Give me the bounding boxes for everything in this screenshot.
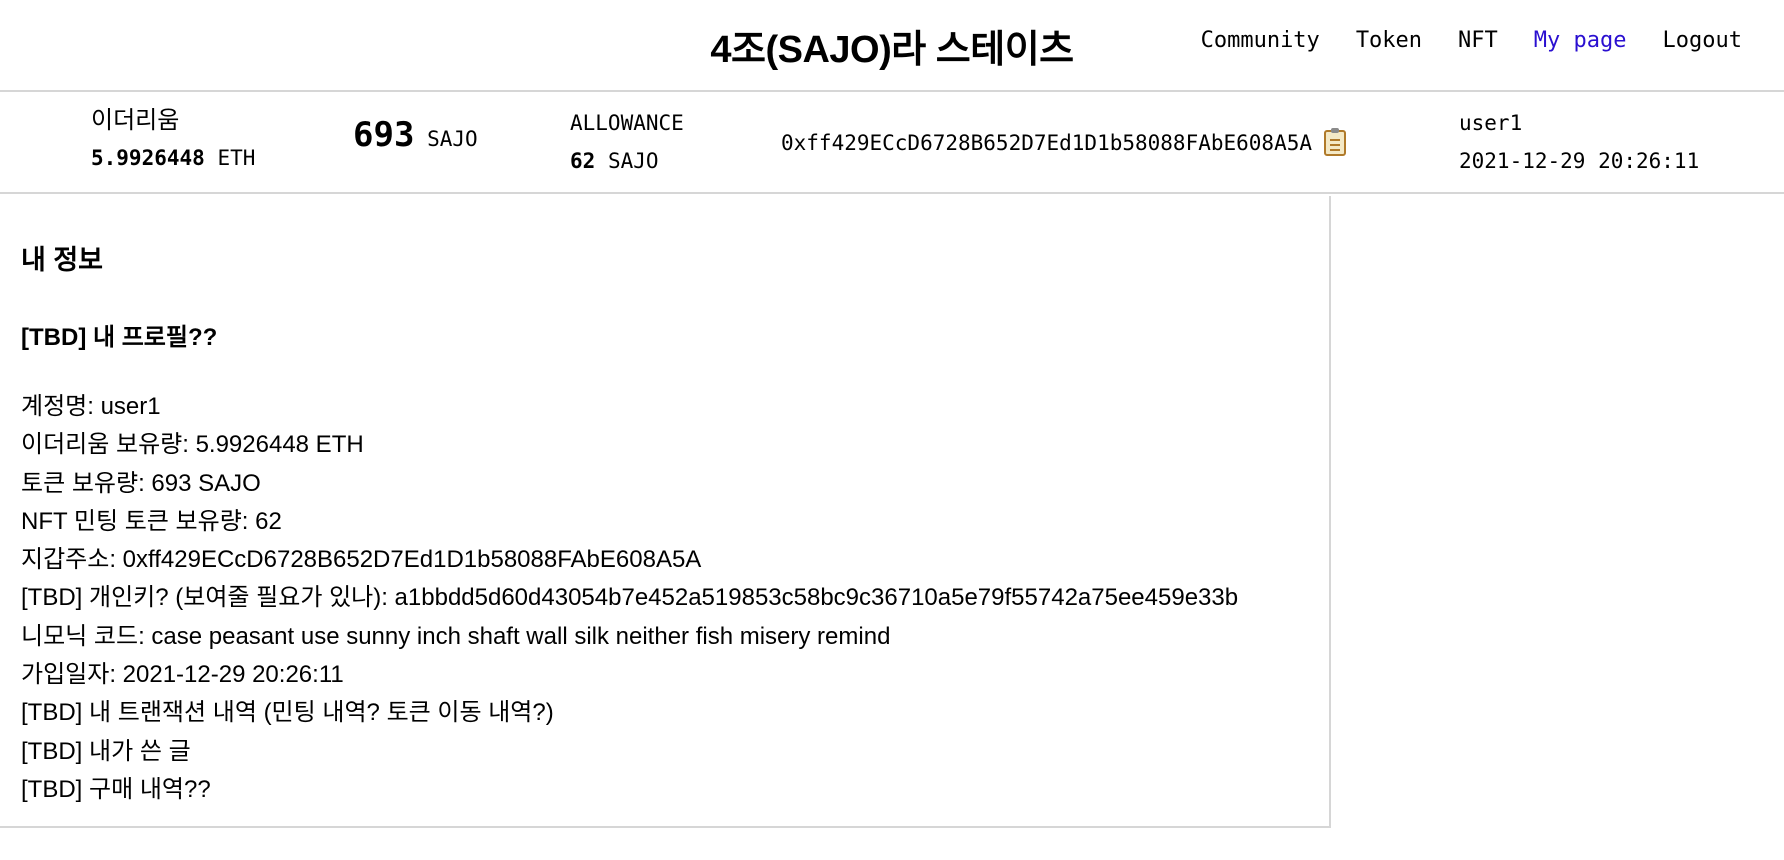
info-transactions: [TBD] 내 트랜잭션 내역 (민팅 내역? 토큰 이동 내역?) [21,699,554,727]
info-eth-balance: 이더리움 보유량: 5.9926448 ETH [21,431,364,459]
info-token-balance: 토큰 보유량: 693 SAJO [21,469,261,497]
join-timestamp: 2021-12-29 20:26:11 [1459,149,1700,173]
info-mnemonic: 니모닉 코드: case peasant use sunny inch shaf… [21,622,891,650]
allowance-value: 62 [570,149,596,173]
info-purchases: [TBD] 구매 내역?? [21,775,211,803]
nav-logout[interactable]: Logout [1663,28,1742,53]
allowance-label: ALLOWANCE [570,111,684,135]
info-wallet-address: 지갑주소: 0xff429ECcD6728B652D7Ed1D1b58088FA… [21,546,702,574]
info-my-posts: [TBD] 내가 쓴 글 [21,737,191,765]
info-private-key: [TBD] 개인키? (보여줄 필요가 있나): a1bbdd5d60d4305… [21,584,1239,612]
eth-unit: ETH [217,146,256,170]
wallet-address-text: 0xff429ECcD6728B652D7Ed1D1b58088FAbE608A… [781,131,1313,155]
eth-label: 이더리움 [91,106,180,134]
my-info-panel: 내 정보 [TBD] 내 프로필?? 계정명: user1 이더리움 보유량: … [0,196,1331,828]
user-info: user1 2021-12-29 20:26:11 [1459,104,1699,180]
eth-balance: 이더리움 5.9926448 ETH [91,101,255,177]
nav-community[interactable]: Community [1201,28,1320,53]
allowance: ALLOWANCE 62 SAJO [570,104,684,180]
token-unit: SAJO [427,127,478,151]
page-title: 내 정보 [21,245,104,275]
info-account-name: 계정명: user1 [21,393,161,420]
account-status-bar: 이더리움 5.9926448 ETH 693 SAJO ALLOWANCE 62… [0,94,1784,194]
allowance-unit: SAJO [607,149,659,173]
nav-nft[interactable]: NFT [1458,28,1498,53]
info-list: 계정명: user1 이더리움 보유량: 5.9926448 ETH 토큰 보유… [21,388,1329,809]
site-header: 4조(SAJO)라 스테이츠 Community Token NFT My pa… [0,0,1784,92]
token-balance: 693 SAJO [353,116,478,158]
nav-my-page[interactable]: My page [1534,28,1627,53]
nav-token[interactable]: Token [1356,28,1422,53]
clipboard-icon[interactable] [1324,128,1347,156]
info-nft-token-balance: NFT 민팅 토큰 보유량: 62 [21,507,282,535]
main-nav: Community Token NFT My page Logout [1201,28,1742,53]
wallet-address: 0xff429ECcD6728B652D7Ed1D1b58088FAbE608A… [781,124,1347,162]
username: user1 [1459,111,1523,135]
token-value: 693 [353,115,415,155]
eth-value: 5.9926448 [91,146,205,170]
profile-subheading: [TBD] 내 프로필?? [21,324,218,351]
info-join-date: 가입일자: 2021-12-29 20:26:11 [21,661,344,689]
